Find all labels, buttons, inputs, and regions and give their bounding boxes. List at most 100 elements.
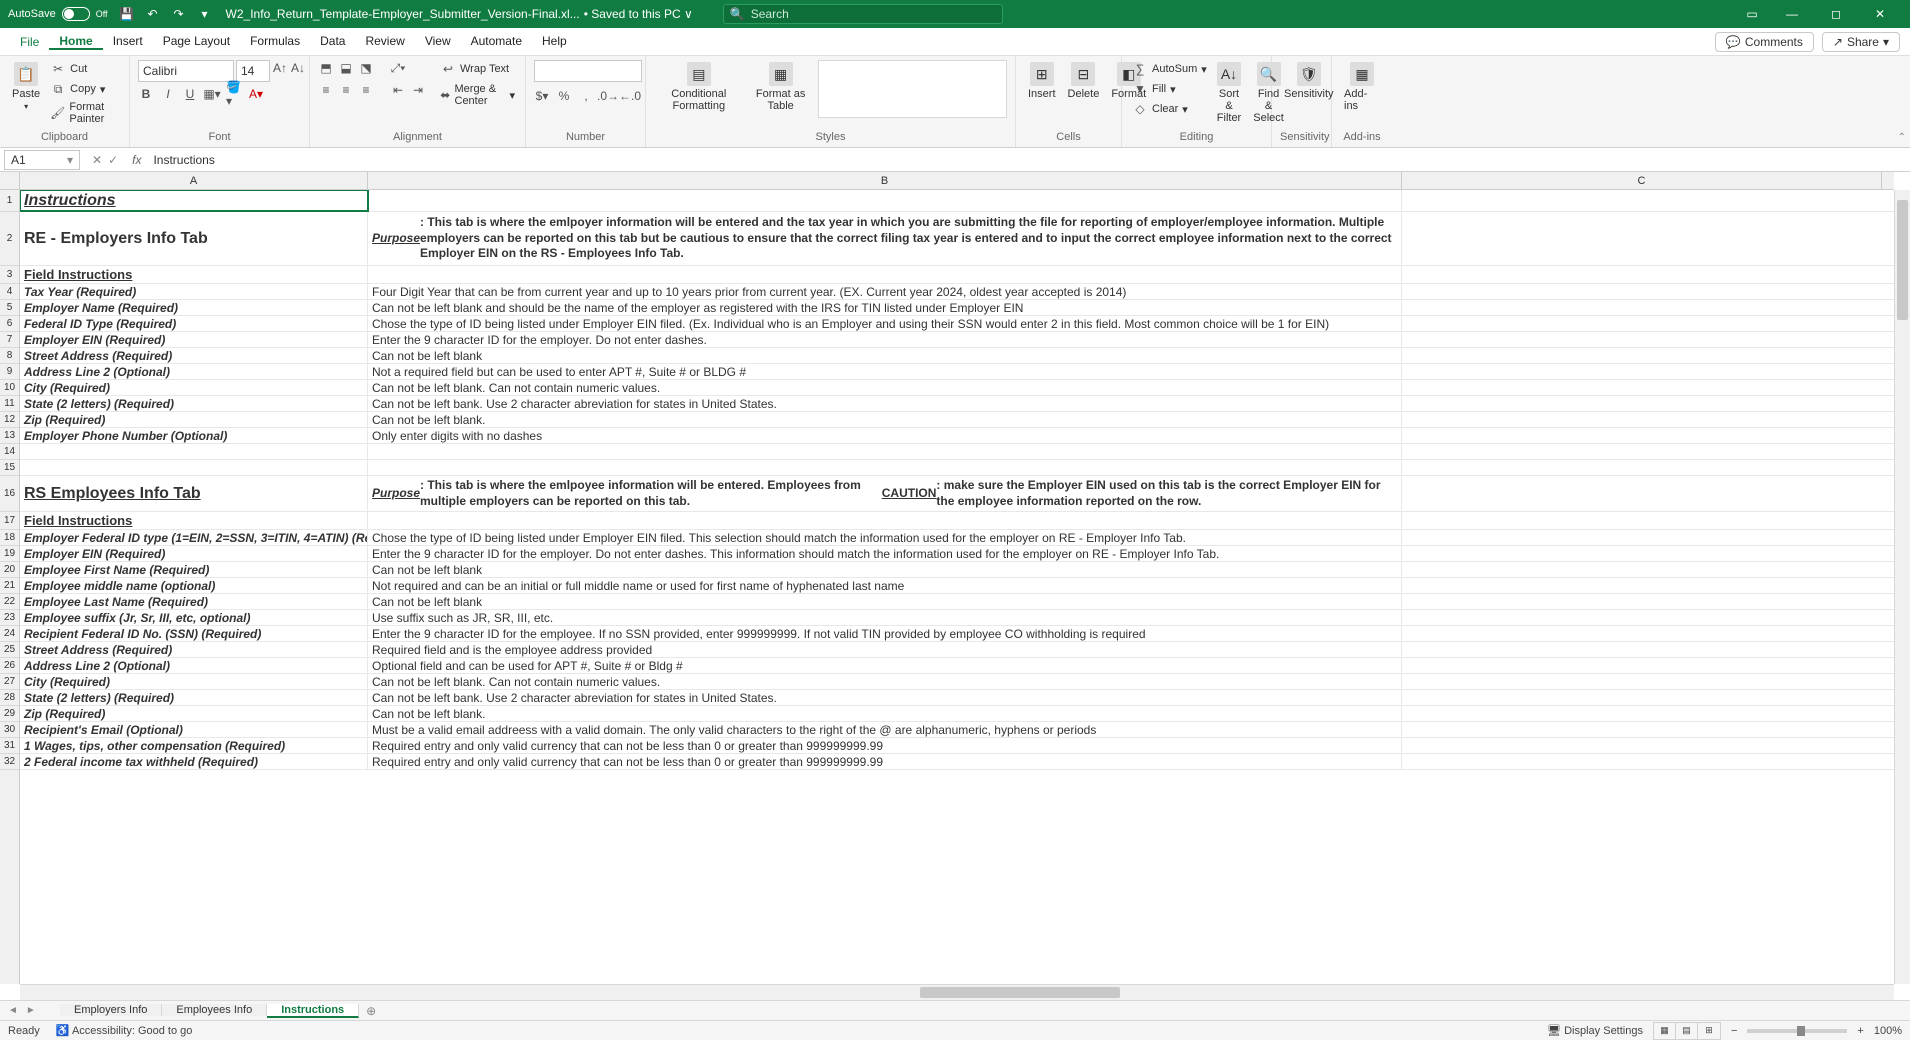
cell[interactable]: Zip (Required) [20,706,368,721]
autosum-button[interactable]: ∑AutoSum ▾ [1130,60,1209,78]
cell[interactable]: RE - Employers Info Tab [20,212,368,265]
underline-button[interactable]: U [182,86,198,102]
cell[interactable]: Instructions [20,190,368,211]
cell[interactable]: Field Instructions [20,512,368,529]
cell[interactable]: Street Address (Required) [20,642,368,657]
cell[interactable] [1402,690,1894,705]
italic-button[interactable]: I [160,86,176,102]
font-name-combo[interactable]: Calibri [138,60,234,82]
page-break-view-icon[interactable]: ⊞ [1698,1023,1720,1039]
cell[interactable]: Street Address (Required) [20,348,368,363]
cell[interactable] [1402,754,1894,769]
cell[interactable] [1402,348,1894,363]
cell[interactable] [1402,738,1894,753]
cell[interactable]: Recipient Federal ID No. (SSN) (Required… [20,626,368,641]
cell[interactable]: Address Line 2 (Optional) [20,364,368,379]
cell[interactable]: Not a required field but can be used to … [368,364,1402,379]
cell[interactable]: Optional field and can be used for APT #… [368,658,1402,673]
sheet-tab-instructions[interactable]: Instructions [267,1004,359,1018]
column-header[interactable]: C [1402,172,1882,189]
format-painter-button[interactable]: 🖌Format Painter [48,100,121,126]
orientation-icon[interactable]: ⤢▾ [390,60,406,76]
maximize-button[interactable]: ◻ [1814,0,1858,28]
sheet-tab-employees-info[interactable]: Employees Info [162,1004,267,1016]
display-settings-button[interactable]: 🖥 Display Settings [1547,1024,1643,1037]
cell[interactable]: Tax Year (Required) [20,284,368,299]
tab-review[interactable]: Review [355,34,414,48]
align-left-icon[interactable]: ≡ [318,82,334,98]
cell[interactable] [1402,212,1894,265]
font-size-combo[interactable]: 14 [236,60,270,82]
cell[interactable] [1402,578,1894,593]
tab-file[interactable]: File [10,28,49,55]
cell[interactable] [368,190,1402,211]
cancel-formula-icon[interactable]: ✕ [92,153,102,167]
clear-button[interactable]: ◇Clear ▾ [1130,100,1209,118]
increase-indent-icon[interactable]: ⇥ [410,82,426,98]
page-layout-view-icon[interactable]: ▤ [1676,1023,1698,1039]
row-header[interactable]: 2 [0,212,19,266]
cell[interactable] [1402,546,1894,561]
cell[interactable]: Can not be left blank [368,562,1402,577]
cell[interactable] [1402,266,1894,283]
cell[interactable] [1402,190,1894,211]
row-header[interactable]: 17 [0,512,19,530]
save-icon[interactable]: 💾 [118,5,136,23]
merge-center-button[interactable]: ⬌Merge & Center ▾ [438,82,517,108]
zoom-in-button[interactable]: + [1857,1025,1863,1037]
cell[interactable]: Chose the type of ID being listed under … [368,316,1402,331]
cell[interactable]: Can not be left blank. Can not contain n… [368,380,1402,395]
cell[interactable]: Enter the 9 character ID for the employe… [368,546,1402,561]
redo-icon[interactable]: ↷ [170,5,188,23]
cell[interactable]: Can not be left blank. Can not contain n… [368,674,1402,689]
cell[interactable]: Employer Federal ID type (1=EIN, 2=SSN, … [20,530,368,545]
ribbon-display-options-icon[interactable]: ▭ [1740,7,1764,21]
row-header[interactable]: 20 [0,562,19,578]
minimize-button[interactable]: — [1770,0,1814,28]
cell[interactable]: Employee suffix (Jr, Sr, III, etc, optio… [20,610,368,625]
cell[interactable] [1402,674,1894,689]
share-button[interactable]: ↗ Share ▾ [1822,32,1900,52]
cell[interactable]: Enter the 9 character ID for the employe… [368,626,1402,641]
cell[interactable]: City (Required) [20,674,368,689]
cell[interactable] [1402,562,1894,577]
cell[interactable]: Not required and can be an initial or fu… [368,578,1402,593]
cell[interactable]: Four Digit Year that can be from current… [368,284,1402,299]
increase-font-icon[interactable]: A↑ [272,60,288,76]
cell[interactable]: Can not be left blank [368,594,1402,609]
enter-formula-icon[interactable]: ✓ [108,153,118,167]
increase-decimal-icon[interactable]: .0→ [600,88,616,104]
tab-automate[interactable]: Automate [461,34,532,48]
scrollbar-thumb[interactable] [1897,200,1908,320]
cell[interactable]: Employee Last Name (Required) [20,594,368,609]
accounting-icon[interactable]: $▾ [534,88,550,104]
cell[interactable] [1402,658,1894,673]
cell[interactable]: 2 Federal income tax withheld (Required) [20,754,368,769]
percent-icon[interactable]: % [556,88,572,104]
undo-icon[interactable]: ↶ [144,5,162,23]
copy-button[interactable]: ⧉Copy ▾ [48,80,121,98]
row-header[interactable]: 19 [0,546,19,562]
sheet-nav-next-icon[interactable]: ► [26,1005,36,1016]
select-all-corner[interactable] [0,172,20,189]
name-box[interactable]: A1▾ [4,150,80,170]
cell[interactable]: Can not be left bank. Use 2 character ab… [368,396,1402,411]
cell[interactable]: RS Employees Info Tab [20,476,368,511]
search-box[interactable]: 🔍 Search [723,4,1003,24]
cell[interactable]: Can not be left blank. [368,706,1402,721]
row-header[interactable]: 16 [0,476,19,512]
zoom-slider[interactable] [1747,1029,1847,1033]
cell[interactable]: Employer EIN (Required) [20,332,368,347]
align-bottom-icon[interactable]: ⬔ [358,60,374,76]
cell[interactable]: Can not be left blank [368,348,1402,363]
cell[interactable] [368,444,1402,459]
align-middle-icon[interactable]: ⬓ [338,60,354,76]
cell[interactable] [1402,626,1894,641]
cell[interactable]: Required entry and only valid currency t… [368,754,1402,769]
cell[interactable] [1402,284,1894,299]
number-format-combo[interactable] [534,60,642,82]
cell[interactable]: Employee middle name (optional) [20,578,368,593]
row-header[interactable]: 1 [0,190,19,212]
row-header[interactable]: 8 [0,348,19,364]
normal-view-icon[interactable]: ▦ [1654,1023,1676,1039]
